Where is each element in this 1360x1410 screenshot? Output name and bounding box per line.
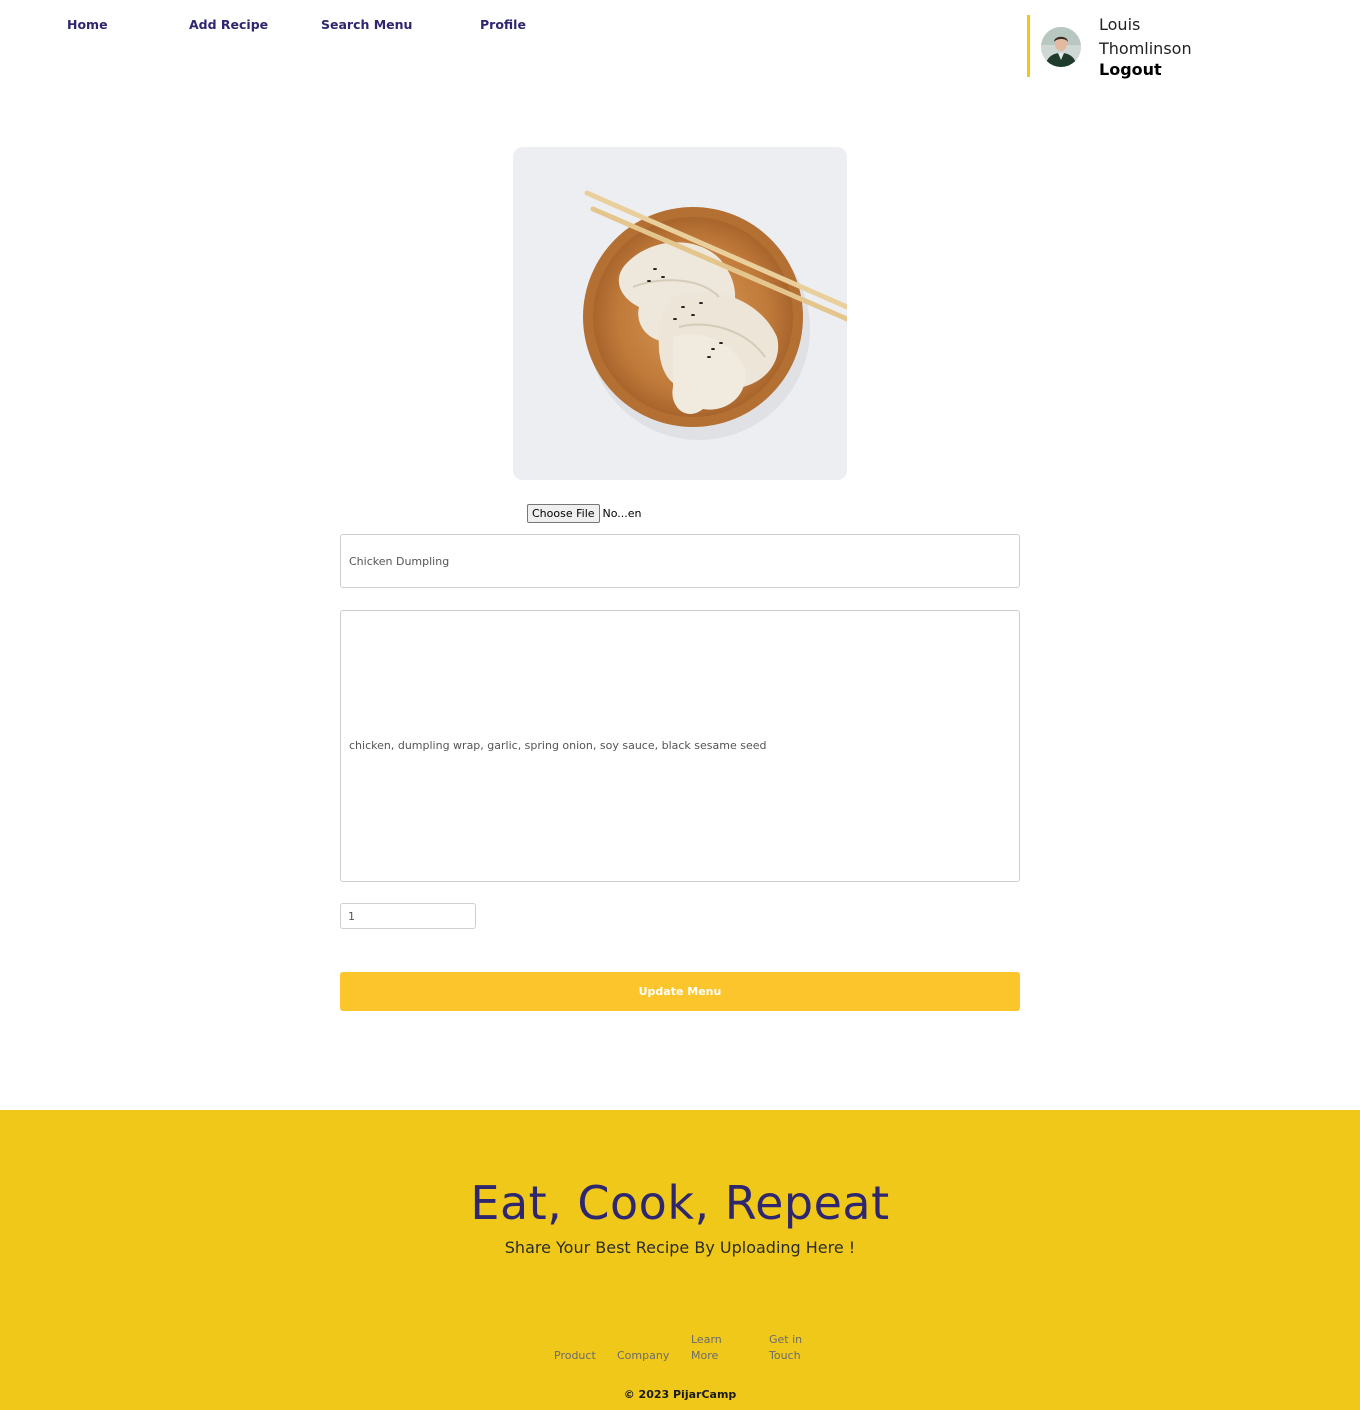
nav-profile-link[interactable]: Profile	[480, 17, 526, 32]
logout-button[interactable]: Logout	[1099, 60, 1162, 79]
update-menu-button[interactable]: Update Menu	[340, 972, 1020, 1011]
footer-link-learn-more[interactable]: Learn More	[691, 1332, 731, 1364]
footer-link-get-in-touch[interactable]: Get in Touch	[769, 1332, 809, 1364]
user-name: Louis Thomlinson	[1099, 15, 1192, 58]
footer-subheadline: Share Your Best Recipe By Uploading Here…	[504, 1238, 856, 1257]
choose-file-button[interactable]: Choose File	[527, 504, 600, 523]
nav-home-link[interactable]: Home	[67, 17, 108, 32]
file-upload: Choose File No...en	[527, 504, 642, 523]
nav-search-menu-link[interactable]: Search Menu	[321, 17, 412, 32]
avatar[interactable]	[1041, 27, 1081, 67]
file-name: No...en	[602, 507, 642, 520]
user-panel: Louis Thomlinson Logout	[1027, 15, 1227, 79]
recipe-title-input[interactable]	[340, 534, 1020, 588]
footer-headline: Eat, Cook, Repeat	[470, 1176, 890, 1230]
page: Home Add Recipe Search Menu Profile Loui…	[0, 0, 1360, 1410]
footer-link-company[interactable]: Company	[617, 1348, 669, 1364]
top-navbar: Home Add Recipe Search Menu Profile Loui…	[0, 0, 1360, 100]
ingredients-textarea[interactable]: chicken, dumpling wrap, garlic, spring o…	[340, 610, 1020, 882]
avatar-image	[1041, 27, 1081, 67]
ingredients-text: chicken, dumpling wrap, garlic, spring o…	[349, 739, 767, 752]
nav-add-recipe-link[interactable]: Add Recipe	[189, 17, 268, 32]
footer: Eat, Cook, Repeat Share Your Best Recipe…	[0, 1110, 1360, 1410]
footer-link-product[interactable]: Product	[554, 1348, 596, 1364]
copyright: © 2023 PijarCamp	[623, 1388, 737, 1401]
dumpling-photo	[513, 147, 847, 480]
quantity-input[interactable]	[340, 903, 476, 929]
recipe-photo	[513, 147, 847, 480]
